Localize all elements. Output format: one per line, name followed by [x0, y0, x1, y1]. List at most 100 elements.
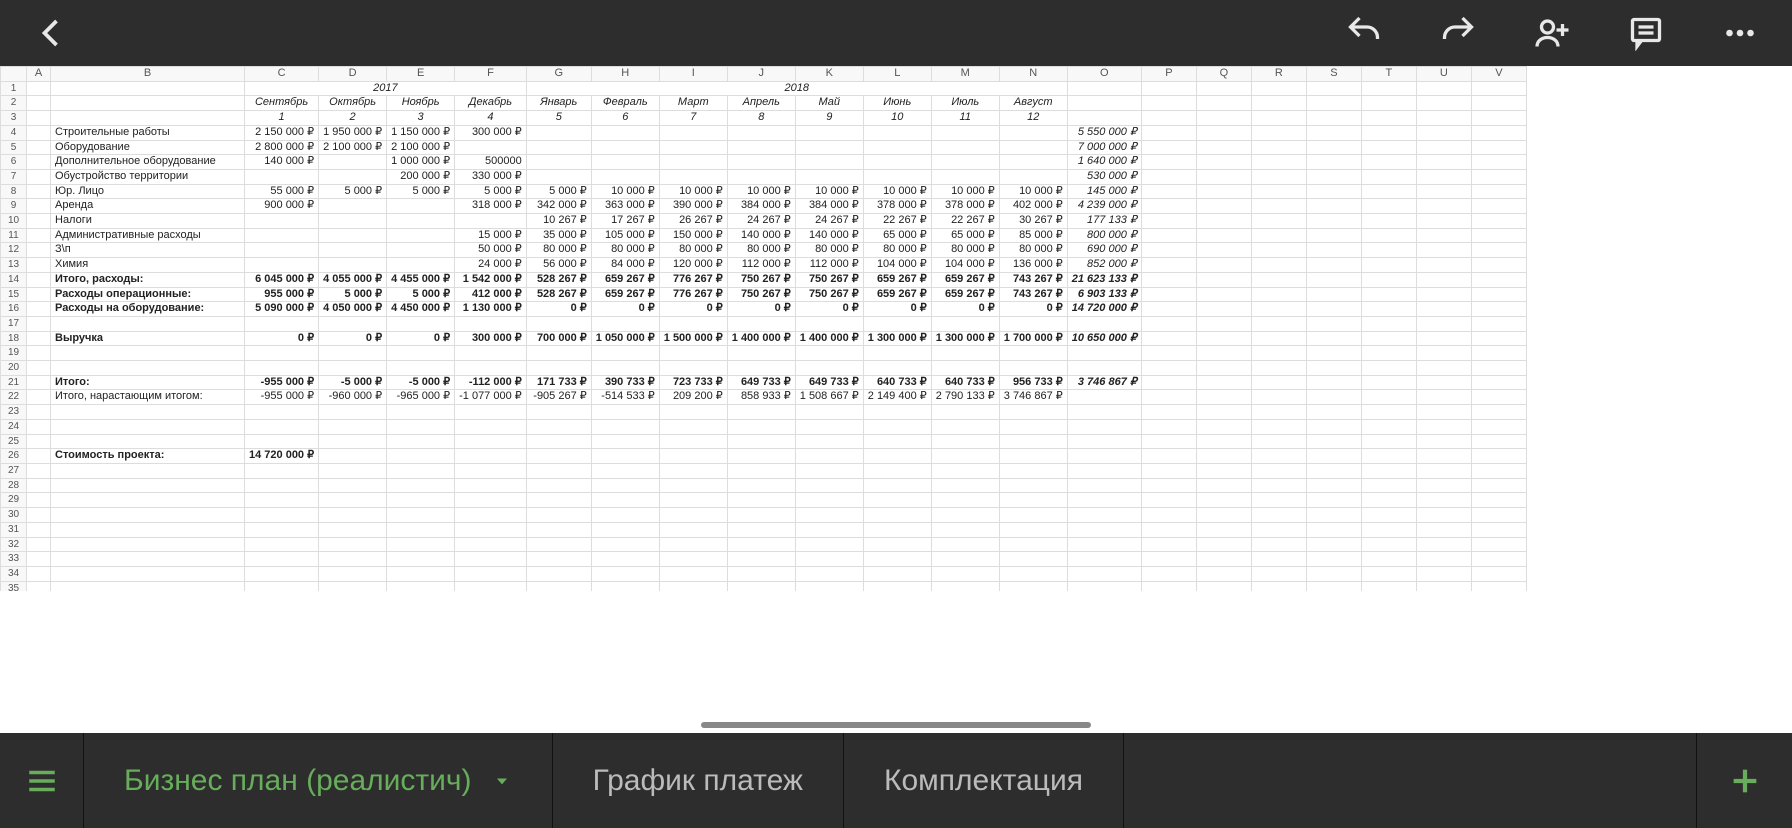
cell[interactable]: 1 508 667 ₽: [795, 390, 863, 405]
cell[interactable]: 0 ₽: [387, 331, 455, 346]
cell[interactable]: [1471, 405, 1526, 420]
cell[interactable]: [659, 493, 727, 508]
cell[interactable]: [795, 316, 863, 331]
cell[interactable]: 4 055 000 ₽: [319, 272, 387, 287]
cell[interactable]: 50 000 ₽: [455, 243, 527, 258]
column-header[interactable]: T: [1361, 67, 1416, 82]
cell[interactable]: -955 000 ₽: [245, 375, 319, 390]
cell[interactable]: [659, 316, 727, 331]
cell[interactable]: [51, 405, 245, 420]
cell[interactable]: 690 000 ₽: [1067, 243, 1141, 258]
cell[interactable]: [1416, 199, 1471, 214]
cell[interactable]: [1196, 272, 1251, 287]
row-header[interactable]: 26: [1, 449, 27, 464]
cell[interactable]: [1361, 566, 1416, 581]
cell[interactable]: [591, 493, 659, 508]
cell[interactable]: 900 000 ₽: [245, 199, 319, 214]
cell[interactable]: 22 267 ₽: [863, 214, 931, 229]
cell[interactable]: 649 733 ₽: [727, 375, 795, 390]
cell[interactable]: [1067, 522, 1141, 537]
cell[interactable]: [1141, 552, 1196, 567]
cell[interactable]: [1471, 552, 1526, 567]
cell[interactable]: [27, 228, 51, 243]
cell[interactable]: [27, 184, 51, 199]
cell[interactable]: [795, 566, 863, 581]
cell[interactable]: 56 000 ₽: [526, 258, 591, 273]
cell[interactable]: [1361, 552, 1416, 567]
cell[interactable]: З\п: [51, 243, 245, 258]
cell[interactable]: [931, 140, 999, 155]
cell[interactable]: [931, 169, 999, 184]
cell[interactable]: Стоимость проекта:: [51, 449, 245, 464]
cell[interactable]: [1141, 287, 1196, 302]
row-header[interactable]: 8: [1, 184, 27, 199]
undo-button[interactable]: [1342, 13, 1386, 53]
row-header[interactable]: 3: [1, 111, 27, 126]
cell[interactable]: [1471, 140, 1526, 155]
cell[interactable]: [1067, 478, 1141, 493]
cell[interactable]: 7: [659, 111, 727, 126]
cell[interactable]: [1306, 478, 1361, 493]
row-header[interactable]: 19: [1, 346, 27, 361]
cell[interactable]: [1196, 522, 1251, 537]
cell[interactable]: [1251, 361, 1306, 376]
cell[interactable]: 0 ₽: [245, 331, 319, 346]
cell[interactable]: [1251, 566, 1306, 581]
cell[interactable]: [1141, 449, 1196, 464]
cell[interactable]: [526, 449, 591, 464]
cell[interactable]: [1361, 96, 1416, 111]
cell[interactable]: [727, 493, 795, 508]
cell[interactable]: [795, 493, 863, 508]
cell[interactable]: [591, 169, 659, 184]
cell[interactable]: 1 400 000 ₽: [795, 331, 863, 346]
cell[interactable]: [455, 214, 527, 229]
cell[interactable]: [526, 155, 591, 170]
cell[interactable]: [863, 463, 931, 478]
cell[interactable]: [27, 537, 51, 552]
cell[interactable]: [1251, 522, 1306, 537]
cell[interactable]: 5 000 ₽: [387, 184, 455, 199]
cell[interactable]: [27, 169, 51, 184]
cell[interactable]: [1067, 552, 1141, 567]
cell[interactable]: [591, 405, 659, 420]
cell[interactable]: 1 130 000 ₽: [455, 302, 527, 317]
cell[interactable]: [1361, 316, 1416, 331]
cell[interactable]: -905 267 ₽: [526, 390, 591, 405]
cell[interactable]: [319, 552, 387, 567]
cell[interactable]: [245, 552, 319, 567]
cell[interactable]: 6 903 133 ₽: [1067, 287, 1141, 302]
cell[interactable]: [591, 478, 659, 493]
cell[interactable]: 80 000 ₽: [526, 243, 591, 258]
cell[interactable]: 9: [795, 111, 863, 126]
cell[interactable]: [863, 155, 931, 170]
cell[interactable]: [27, 140, 51, 155]
cell[interactable]: -112 000 ₽: [455, 375, 527, 390]
cell[interactable]: -955 000 ₽: [245, 390, 319, 405]
cell[interactable]: [1196, 125, 1251, 140]
cell[interactable]: 750 267 ₽: [727, 287, 795, 302]
cell[interactable]: -5 000 ₽: [387, 375, 455, 390]
cell[interactable]: [999, 552, 1067, 567]
cell[interactable]: Налоги: [51, 214, 245, 229]
cell[interactable]: [999, 361, 1067, 376]
cell[interactable]: [1141, 272, 1196, 287]
cell[interactable]: [999, 537, 1067, 552]
cell[interactable]: [1196, 243, 1251, 258]
cell[interactable]: [1306, 199, 1361, 214]
cell[interactable]: [1251, 169, 1306, 184]
cell[interactable]: [1361, 375, 1416, 390]
column-header[interactable]: R: [1251, 67, 1306, 82]
cell[interactable]: 955 000 ₽: [245, 287, 319, 302]
cell[interactable]: 80 000 ₽: [727, 243, 795, 258]
cell[interactable]: [27, 434, 51, 449]
cell[interactable]: 104 000 ₽: [863, 258, 931, 273]
cell[interactable]: [1141, 434, 1196, 449]
row-header[interactable]: 15: [1, 287, 27, 302]
cell[interactable]: [1306, 125, 1361, 140]
cell[interactable]: 800 000 ₽: [1067, 228, 1141, 243]
cell[interactable]: [51, 316, 245, 331]
cell[interactable]: 177 133 ₽: [1067, 214, 1141, 229]
cell[interactable]: [526, 552, 591, 567]
cell[interactable]: [591, 522, 659, 537]
row-header[interactable]: 11: [1, 228, 27, 243]
